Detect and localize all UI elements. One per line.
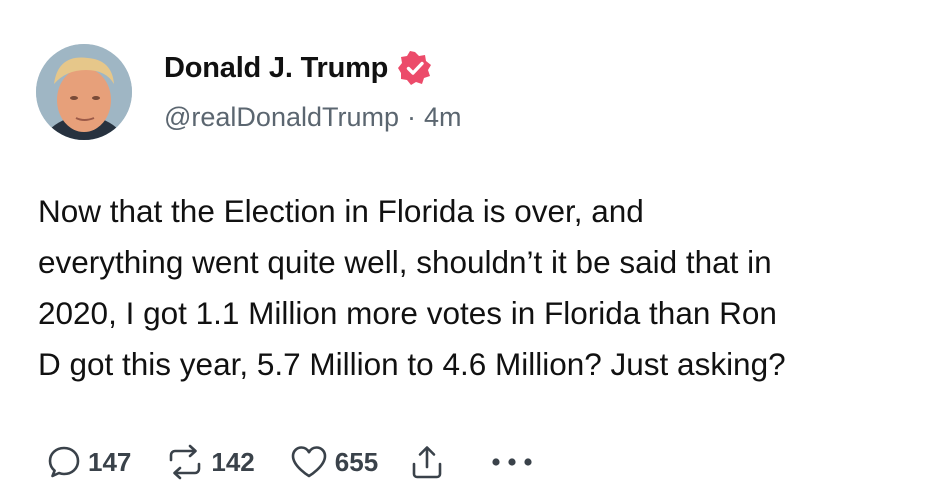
reply-button[interactable]: 147: [46, 444, 131, 480]
like-count: 655: [334, 446, 379, 477]
share-button[interactable]: [410, 444, 444, 480]
reply-count: 147: [88, 446, 132, 477]
handle[interactable]: @realDonaldTrump: [164, 102, 399, 132]
post-card: Donald J. Trump @realDonaldTrump · 4m Now …: [0, 0, 945, 504]
timestamp[interactable]: 4m: [424, 102, 462, 132]
post-text-line: D got this year, 5.7 Million to 4.6 Mill…: [38, 346, 786, 382]
avatar-image: [36, 44, 132, 140]
post-text: Now that the Election in Florida is over…: [38, 186, 918, 390]
like-button[interactable]: 655: [289, 444, 378, 480]
post-text-line: everything went quite well, shouldn’t it…: [38, 244, 772, 280]
repost-count: 142: [211, 446, 255, 477]
action-bar: 147 142 655: [46, 440, 534, 484]
verified-badge-icon: [398, 51, 432, 85]
author-meta: @realDonaldTrump · 4m: [164, 102, 462, 133]
avatar[interactable]: [36, 44, 132, 140]
share-icon: [412, 446, 442, 479]
more-options-button[interactable]: [490, 456, 534, 468]
post-text-line: Now that the Election in Florida is over…: [38, 193, 644, 229]
heart-icon: [291, 446, 327, 478]
repost-button[interactable]: 142: [165, 444, 255, 480]
reply-icon: [48, 446, 80, 478]
display-name[interactable]: Donald J. Trump: [164, 52, 388, 85]
meta-separator: ·: [407, 102, 416, 132]
author-name-row: Donald J. Trump: [164, 48, 432, 88]
more-icon: [492, 458, 532, 466]
post-text-line: 2020, I got 1.1 Million more votes in Fl…: [38, 295, 777, 331]
repost-icon: [170, 444, 201, 480]
